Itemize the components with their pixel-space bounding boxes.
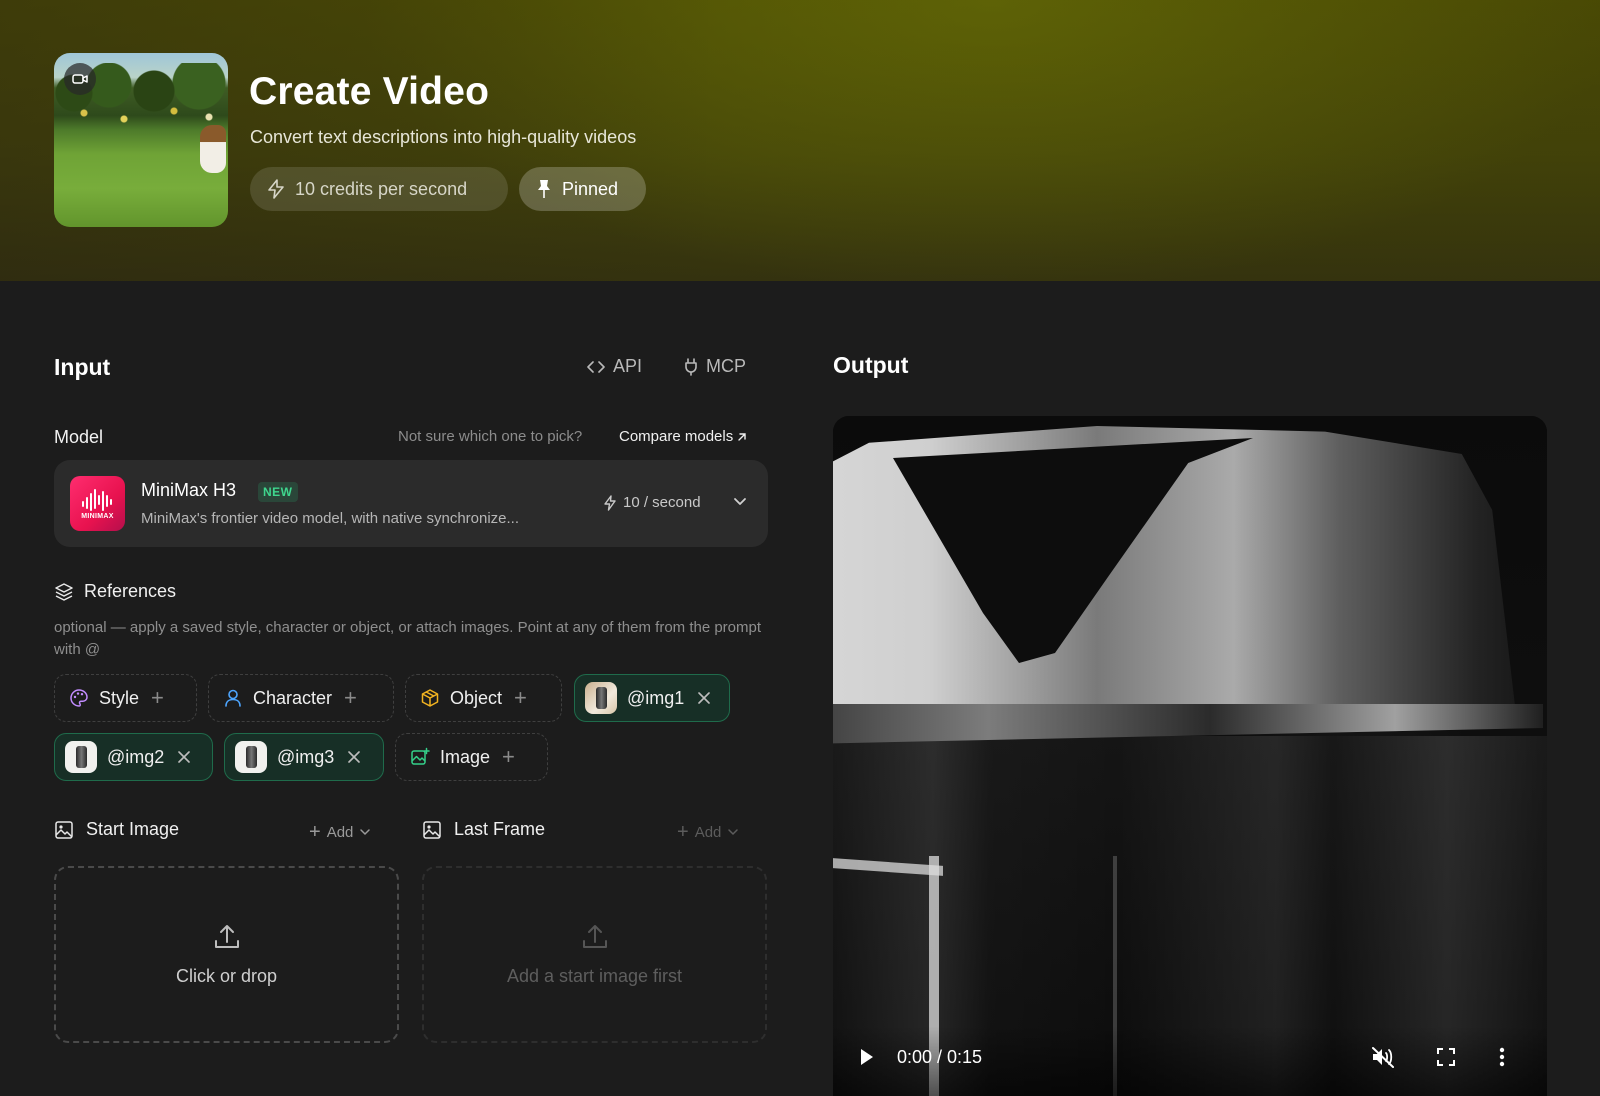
layers-icon [55, 582, 73, 601]
more-options-icon[interactable] [1499, 1047, 1505, 1067]
palette-icon [70, 689, 88, 707]
image-add-icon [411, 747, 430, 765]
start-image-heading: Start Image [54, 819, 179, 840]
pin-icon [538, 180, 550, 198]
upload-icon [582, 925, 607, 948]
plus-icon: + [677, 821, 689, 843]
img3-chip[interactable]: @img3 [224, 733, 384, 781]
video-time: 0:00 / 0:15 [897, 1047, 983, 1067]
credits-badge: 10 credits per second [250, 167, 508, 211]
object-chip[interactable]: Object + [405, 674, 562, 722]
model-name: MiniMax H3 [141, 480, 237, 500]
lightning-icon [604, 494, 616, 511]
start-image-dropzone[interactable]: Click or drop [54, 866, 399, 1043]
img3-thumbnail [235, 741, 267, 773]
api-link[interactable]: API [587, 356, 642, 377]
output-section-title: Output [833, 352, 909, 378]
start-image-add-label: Add [326, 823, 354, 841]
image-icon [55, 820, 73, 839]
mute-icon[interactable] [1371, 1046, 1395, 1068]
model-rate-label: 10 / second [623, 494, 701, 511]
references-heading: References [54, 581, 176, 602]
style-chip-label: Style [99, 687, 140, 708]
video-camera-icon [64, 63, 96, 95]
start-image-title: Start Image [86, 819, 180, 839]
waveform-icon [81, 488, 112, 511]
last-frame-dropzone: Add a start image first [422, 866, 767, 1043]
last-frame-add-button[interactable]: + Add [677, 822, 739, 842]
image-chip[interactable]: Image + [395, 733, 548, 781]
mcp-label: MCP [706, 356, 746, 376]
model-selector[interactable]: MINIMAX MiniMax H3 NEW MiniMax's frontie… [54, 460, 768, 547]
last-frame-drop-text: Add a start image first [506, 966, 683, 986]
character-chip-label: Character [253, 687, 333, 708]
compare-models-label: Compare models [619, 428, 734, 445]
minimax-logo: MINIMAX [70, 476, 125, 531]
image-icon [423, 820, 441, 839]
close-icon[interactable] [348, 751, 361, 763]
img1-chip[interactable]: @img1 [574, 674, 730, 722]
api-label: API [613, 356, 643, 376]
new-badge: NEW [258, 482, 298, 502]
plus-icon: + [514, 685, 527, 710]
close-icon[interactable] [178, 751, 191, 763]
lightning-icon [268, 179, 284, 199]
credits-label: 10 credits per second [295, 178, 468, 199]
img2-chip-label: @img2 [107, 746, 165, 767]
object-chip-label: Object [450, 687, 503, 708]
img1-thumbnail [585, 682, 617, 714]
thumbnail-flowers [54, 101, 228, 131]
hero-banner: Create Video Convert text descriptions i… [0, 0, 1600, 281]
plus-icon: + [344, 685, 357, 710]
img1-chip-label: @img1 [627, 687, 685, 708]
fullscreen-icon[interactable] [1437, 1048, 1455, 1066]
model-label: Model [54, 427, 104, 447]
last-frame-add-label: Add [694, 823, 722, 841]
thumbnail-dog [200, 125, 226, 173]
code-icon [587, 360, 605, 373]
start-image-drop-text: Click or drop [175, 966, 278, 986]
tool-thumbnail [54, 53, 228, 227]
pinned-label: Pinned [562, 178, 619, 199]
chevron-down-icon[interactable] [732, 493, 748, 509]
minimax-logo-text: MINIMAX [81, 512, 114, 520]
start-image-add-button[interactable]: + Add [309, 822, 371, 842]
compare-models-link[interactable]: Compare models [619, 428, 747, 445]
last-frame-title: Last Frame [454, 819, 546, 839]
plus-icon: + [151, 685, 164, 710]
img2-chip[interactable]: @img2 [54, 733, 213, 781]
references-title: References [84, 581, 177, 601]
close-icon[interactable] [698, 692, 711, 704]
output-video-player[interactable]: 0:00 / 0:15 [833, 416, 1547, 1096]
chevron-down-icon [360, 829, 371, 836]
image-chip-label: Image [440, 746, 491, 767]
last-frame-heading: Last Frame [422, 819, 545, 840]
plug-icon [685, 357, 697, 376]
upload-icon [214, 925, 239, 948]
page-subtitle: Convert text descriptions into high-qual… [250, 127, 637, 147]
model-description: MiniMax's frontier video model, with nat… [141, 510, 520, 527]
plus-icon: + [502, 744, 515, 769]
img2-thumbnail [65, 741, 97, 773]
plus-icon: + [309, 821, 321, 843]
model-hint: Not sure which one to pick? [398, 428, 583, 445]
references-description: optional — apply a saved style, characte… [54, 619, 762, 658]
pinned-button[interactable]: Pinned [519, 167, 646, 211]
style-chip[interactable]: Style + [54, 674, 197, 722]
play-icon[interactable] [859, 1047, 875, 1067]
page-title: Create Video [249, 70, 490, 113]
character-chip[interactable]: Character + [208, 674, 394, 722]
arrow-up-right-icon [738, 432, 746, 441]
input-section-title: Input [54, 354, 111, 380]
mcp-link[interactable]: MCP [684, 356, 746, 377]
img3-chip-label: @img3 [277, 746, 335, 767]
model-rate: 10 / second [603, 494, 701, 511]
user-icon [225, 689, 241, 707]
box-icon [421, 689, 439, 707]
chevron-down-icon [728, 829, 739, 836]
